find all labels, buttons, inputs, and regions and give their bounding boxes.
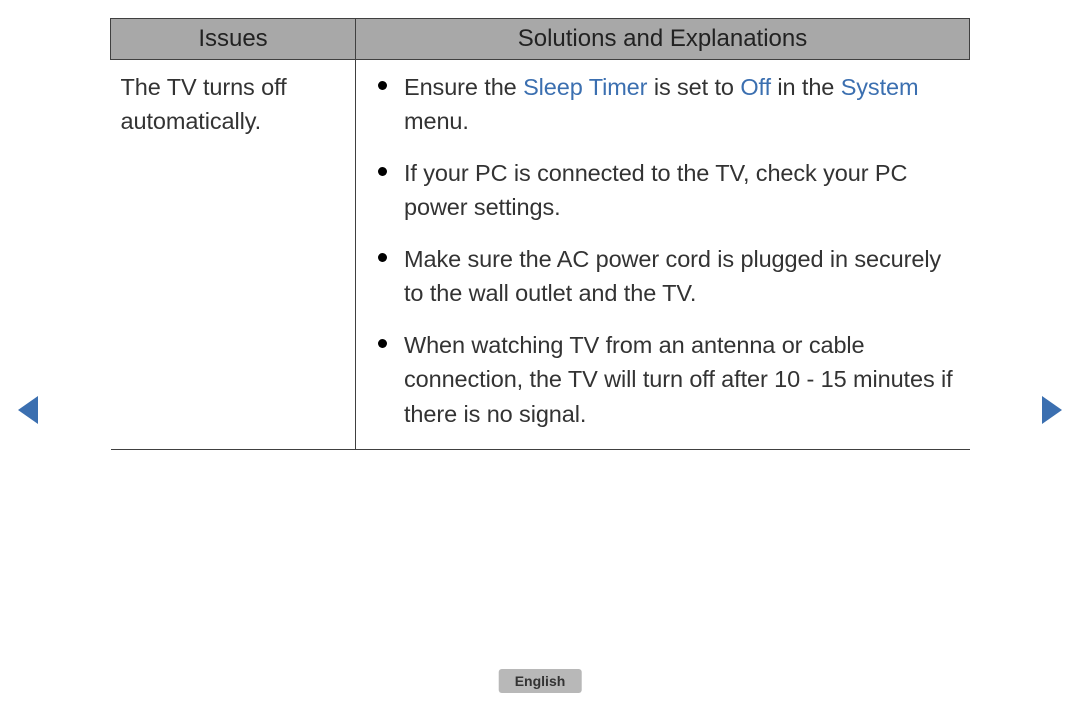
- next-page-icon[interactable]: [1042, 396, 1062, 424]
- list-item: When watching TV from an antenna or cabl…: [356, 328, 966, 430]
- solution-text: Ensure the Sleep Timer is set to Off in …: [404, 74, 918, 134]
- table-row: The TV turns off automatically. Ensure t…: [111, 60, 970, 450]
- solution-text: Make sure the AC power cord is plugged i…: [404, 246, 941, 306]
- list-item: If your PC is connected to the TV, check…: [356, 156, 966, 224]
- solution-cell: Ensure the Sleep Timer is set to Off in …: [356, 60, 970, 450]
- prev-page-icon[interactable]: [18, 396, 38, 424]
- issue-cell: The TV turns off automatically.: [111, 60, 356, 450]
- keyword-off: Off: [740, 74, 771, 100]
- header-issues: Issues: [111, 19, 356, 60]
- keyword-sleep-timer: Sleep Timer: [523, 74, 647, 100]
- header-solutions: Solutions and Explanations: [356, 19, 970, 60]
- solution-text: If your PC is connected to the TV, check…: [404, 160, 907, 220]
- list-item: Make sure the AC power cord is plugged i…: [356, 242, 966, 310]
- language-badge: English: [499, 669, 582, 693]
- solution-text: When watching TV from an antenna or cabl…: [404, 332, 953, 426]
- keyword-system: System: [841, 74, 919, 100]
- list-item: Ensure the Sleep Timer is set to Off in …: [356, 70, 966, 138]
- troubleshooting-table: Issues Solutions and Explanations The TV…: [110, 18, 970, 450]
